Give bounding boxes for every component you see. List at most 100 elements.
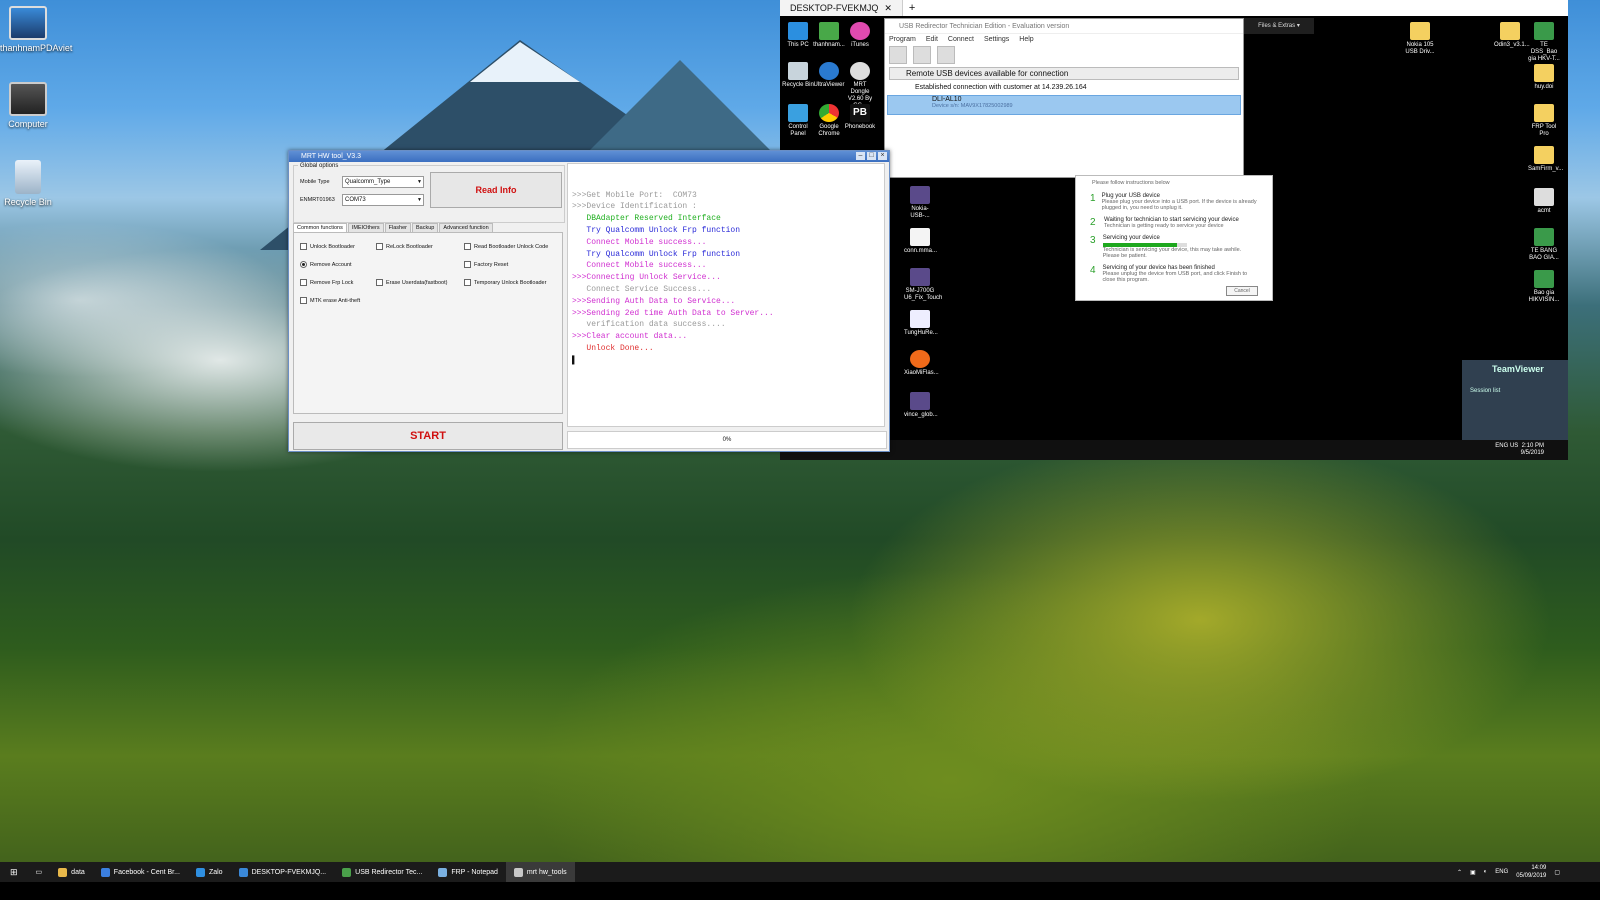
checkbox[interactable] — [300, 297, 307, 304]
option-temporary-unlock-bootloader[interactable]: Temporary Unlock Bootloader — [464, 279, 546, 286]
minimize-icon[interactable]: – — [856, 152, 865, 160]
remote-icon[interactable]: Nokia 105 USB Driv... — [1404, 22, 1436, 56]
start-button[interactable]: START — [293, 422, 563, 450]
task-view-button[interactable]: ▭ — [28, 862, 51, 882]
checkbox[interactable] — [376, 279, 383, 286]
checkbox[interactable] — [300, 279, 307, 286]
remote-icon[interactable]: TE BANG BAO GIA... — [1528, 228, 1560, 262]
option-relock-bootloader[interactable]: ReLock Bootloader — [376, 243, 433, 250]
remote-icon[interactable]: vince_glob... — [904, 392, 938, 419]
remote-icon[interactable]: FRP Tool Pro — [1528, 104, 1560, 138]
option-factory-reset[interactable]: Factory Reset — [464, 261, 508, 268]
remote-icon[interactable]: conn.mma... — [904, 228, 938, 255]
remote-icon[interactable]: SamFirm_v... — [1528, 146, 1564, 173]
remote-icon[interactable]: Google Chrome — [813, 104, 845, 138]
start-button[interactable]: ⊞ — [0, 862, 28, 882]
checkbox[interactable] — [464, 243, 471, 250]
taskbar-item[interactable]: Zalo — [188, 862, 231, 882]
taskbar-items: data Facebook - Cent Br... Zalo DESKTOP-FVE… — [50, 862, 575, 882]
close-icon[interactable]: × — [878, 152, 887, 160]
remote-icon[interactable]: Control Panel — [782, 104, 814, 138]
option-remove-frp-lock[interactable]: Remove Frp Lock — [300, 279, 353, 286]
disconnect-icon[interactable] — [937, 46, 955, 64]
option-unlock-bootloader[interactable]: Unlock Bootloader — [300, 243, 355, 250]
read-info-button[interactable]: Read Info — [430, 172, 562, 208]
mrt-tool-window[interactable]: MRT HW tool_V3.3 – □ × Global options Mo… — [288, 150, 890, 452]
menu-program[interactable]: Program — [889, 36, 916, 43]
remote-icon[interactable]: iTunes — [844, 22, 876, 49]
remote-icon[interactable]: SM-J700G U6_Fix_Touch — [904, 268, 942, 302]
remote-icon[interactable]: TungHuRe... — [904, 310, 938, 337]
clock[interactable]: 14:09 05/09/2019 — [1516, 864, 1546, 880]
option-read-bootloader-unlock-code[interactable]: Read Bootloader Unlock Code — [464, 243, 548, 250]
taskbar-item[interactable]: FRP - Notepad — [430, 862, 506, 882]
remote-icon[interactable]: This PC — [782, 22, 814, 49]
volume-icon[interactable]: ◐ — [1484, 869, 1488, 875]
menu-edit[interactable]: Edit — [926, 36, 938, 43]
network-icon[interactable]: ▣ — [1470, 869, 1476, 876]
connect-icon[interactable] — [913, 46, 931, 64]
desktop-icon-recycle-bin[interactable]: Recycle Bin — [0, 160, 56, 207]
usb-redirector-window[interactable]: USB Redirector Technician Edition - Eval… — [884, 18, 1244, 178]
remote-icon-label: conn.mma... — [904, 248, 938, 254]
taskbar-item-label: FRP - Notepad — [451, 868, 498, 876]
remote-icon[interactable]: Recycle Bin — [782, 62, 814, 89]
desktop-icon-computer[interactable]: Computer — [0, 82, 56, 129]
remote-icon[interactable]: MRT Dongle V2.60 By GS... — [844, 62, 876, 110]
input-language[interactable]: ENG — [1495, 869, 1508, 875]
remote-icon[interactable]: Odin3_v3.1... — [1494, 22, 1530, 49]
remote-icon-label: huy.doi — [1534, 84, 1554, 90]
remote-icon[interactable]: Nokia-USB-... — [904, 186, 936, 220]
remote-icon-label: SamFirm_v... — [1528, 166, 1564, 172]
remote-icon[interactable]: huy.doi — [1528, 64, 1560, 91]
desktop-icon-computer[interactable]: thanhnamPDAviet — [0, 6, 72, 53]
window-title: USB Redirector Technician Edition - Eval… — [885, 19, 1243, 34]
instructions-dialog[interactable]: Please follow instructions below 1 Plug y… — [1075, 175, 1273, 301]
usb-device-row[interactable]: DLI-AL10 Device s/n: MAV9X17825002989 — [887, 95, 1241, 115]
taskbar-item[interactable]: USB Redirector Tec... — [334, 862, 430, 882]
option-mtk-erase-anti-theft[interactable]: MTK erase Anti-theft — [300, 297, 360, 304]
window-titlebar[interactable]: MRT HW tool_V3.3 – □ × — [289, 151, 889, 162]
port-select[interactable]: COM73 ▼ — [342, 194, 424, 206]
step-number: 2 — [1090, 217, 1096, 228]
taskbar-item[interactable]: Facebook - Cent Br... — [93, 862, 188, 882]
taskbar-item[interactable]: mrt hw_tools — [505, 862, 575, 882]
maximize-icon[interactable]: □ — [867, 152, 876, 160]
taskbar-item[interactable]: DESKTOP-FVEKMJQ... — [231, 862, 335, 882]
radio-selected[interactable] — [300, 261, 307, 268]
remote-icon[interactable]: Bao gia HIKVISIN... — [1528, 270, 1560, 304]
monitor-icon — [9, 6, 47, 40]
add-connection-icon[interactable] — [889, 46, 907, 64]
remote-tab[interactable]: DESKTOP-FVEKMJQ ✕ — [780, 0, 903, 16]
taskbar-item[interactable]: data — [50, 862, 93, 882]
remote-icon[interactable]: PB Phonebook — [844, 104, 876, 131]
remote-icon[interactable]: UltraViewer — [813, 62, 845, 89]
menu-connect[interactable]: Connect — [948, 36, 974, 43]
log-output[interactable]: >>>Get Mobile Port: COM73 >>>Device Ident… — [567, 163, 885, 427]
remote-icon[interactable]: XiaoMiFlas... — [904, 350, 939, 377]
menu-help[interactable]: Help — [1019, 36, 1033, 43]
cancel-button[interactable]: Cancel — [1226, 286, 1258, 296]
checkbox[interactable] — [464, 261, 471, 268]
chevron-up-icon[interactable]: ⌃ — [1457, 869, 1462, 876]
app-icon — [58, 867, 68, 877]
menu-settings[interactable]: Settings — [984, 36, 1009, 43]
checkbox[interactable] — [300, 243, 307, 250]
notification-icon[interactable]: ▢ — [1554, 869, 1560, 876]
checkbox[interactable] — [376, 243, 383, 250]
remote-icon[interactable]: TE DSS_Bao gia HKV-T... — [1528, 22, 1560, 63]
option-remove-account[interactable]: Remove Account — [300, 261, 352, 268]
files-extras-button[interactable]: Files & Extras ▾ — [1244, 18, 1314, 34]
new-tab-icon[interactable]: + — [903, 2, 915, 14]
remote-icon[interactable]: acmt — [1528, 188, 1560, 215]
checkbox[interactable] — [464, 279, 471, 286]
mobile-type-select[interactable]: Qualcomm_Type ▼ — [342, 176, 424, 188]
teamviewer-panel[interactable]: TeamViewer Session list — [1462, 360, 1568, 440]
remote-date: 9/5/2019 — [1520, 450, 1544, 456]
remote-icon-label: acmt — [1537, 208, 1551, 214]
remote-icon[interactable]: thanhnam... — [813, 22, 845, 49]
option-erase-userdata[interactable]: Erase Userdata(fastboot) — [376, 279, 447, 286]
log-line: >>>Get Mobile Port: COM73 — [572, 190, 697, 200]
close-icon[interactable]: ✕ — [884, 3, 892, 14]
step-number: 4 — [1090, 265, 1096, 276]
